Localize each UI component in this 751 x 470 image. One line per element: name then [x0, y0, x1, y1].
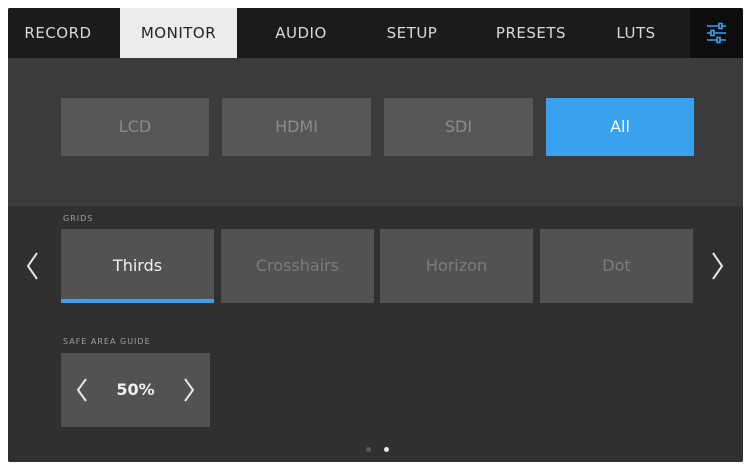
output-sdi-button[interactable]: SDI	[384, 98, 533, 156]
grid-option-label: Thirds	[112, 256, 163, 275]
tab-presets[interactable]: PRESETS	[476, 8, 586, 58]
grids-prev-button[interactable]	[24, 250, 42, 286]
safe-area-decrease-button[interactable]	[73, 377, 91, 407]
grid-option-label: Dot	[602, 256, 631, 275]
grids-label: GRIDS	[63, 214, 94, 223]
safe-area-guide-label: SAFE AREA GUIDE	[63, 337, 151, 346]
tab-monitor[interactable]: MONITOR	[120, 8, 237, 58]
chevron-right-icon	[712, 252, 724, 280]
grid-option-crosshairs[interactable]: Crosshairs	[221, 229, 374, 303]
tab-setup[interactable]: SETUP	[362, 8, 462, 58]
page-indicator-dot-1	[366, 447, 371, 452]
grid-option-dot[interactable]: Dot	[540, 229, 693, 303]
page-indicator-dot-2	[384, 447, 389, 452]
grid-option-thirds[interactable]: Thirds	[61, 229, 214, 303]
chevron-left-icon	[76, 378, 87, 402]
grids-next-button[interactable]	[708, 250, 726, 286]
chevron-left-icon	[26, 252, 38, 280]
grid-option-horizon[interactable]: Horizon	[380, 229, 533, 303]
tab-luts[interactable]: LUTS	[586, 8, 686, 58]
output-hdmi-button[interactable]: HDMI	[222, 98, 371, 156]
selected-indicator	[61, 299, 214, 303]
safe-area-increase-button[interactable]	[180, 377, 198, 407]
output-all-button[interactable]: All	[546, 98, 694, 156]
sliders-icon	[707, 22, 726, 44]
tab-record[interactable]: RECORD	[8, 8, 108, 58]
settings-button[interactable]	[690, 8, 743, 58]
grid-option-label: Horizon	[425, 256, 488, 275]
chevron-right-icon	[184, 378, 195, 402]
safe-area-stepper: 50%	[61, 353, 210, 427]
output-lcd-button[interactable]: LCD	[61, 98, 209, 156]
tab-bar: RECORD MONITOR AUDIO SETUP PRESETS LUTS	[8, 8, 743, 58]
safe-area-value: 50%	[116, 380, 155, 399]
monitor-settings-screen: RECORD MONITOR AUDIO SETUP PRESETS LUTS …	[8, 8, 743, 462]
tab-audio[interactable]: AUDIO	[251, 8, 351, 58]
grid-option-label: Crosshairs	[255, 256, 340, 275]
